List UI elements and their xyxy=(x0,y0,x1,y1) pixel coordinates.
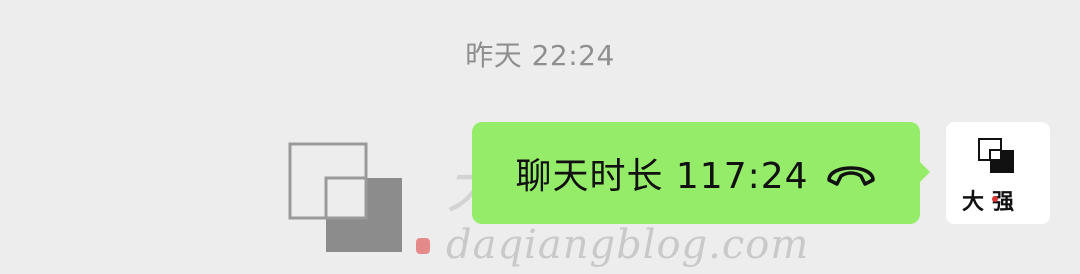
call-duration-message-bubble[interactable]: 聊天时长 117:24 xyxy=(472,122,930,224)
message-timestamp: 昨天 22:24 xyxy=(465,39,615,72)
watermark-url: daqiangblog.com xyxy=(446,222,810,268)
avatar[interactable]: 大强 xyxy=(946,122,1050,224)
watermark-seal-icon xyxy=(416,238,430,254)
avatar-seal-icon xyxy=(992,196,998,202)
call-duration-text: 聊天时长 117:24 xyxy=(515,156,809,197)
watermark-logo-icon xyxy=(288,142,402,252)
chat-window: 昨天 22:24 大强博客 daqiangblog.com 聊天时长 117:2… xyxy=(0,0,1080,274)
avatar-logo-icon xyxy=(978,138,1014,173)
phone-hangup-icon xyxy=(826,166,875,186)
